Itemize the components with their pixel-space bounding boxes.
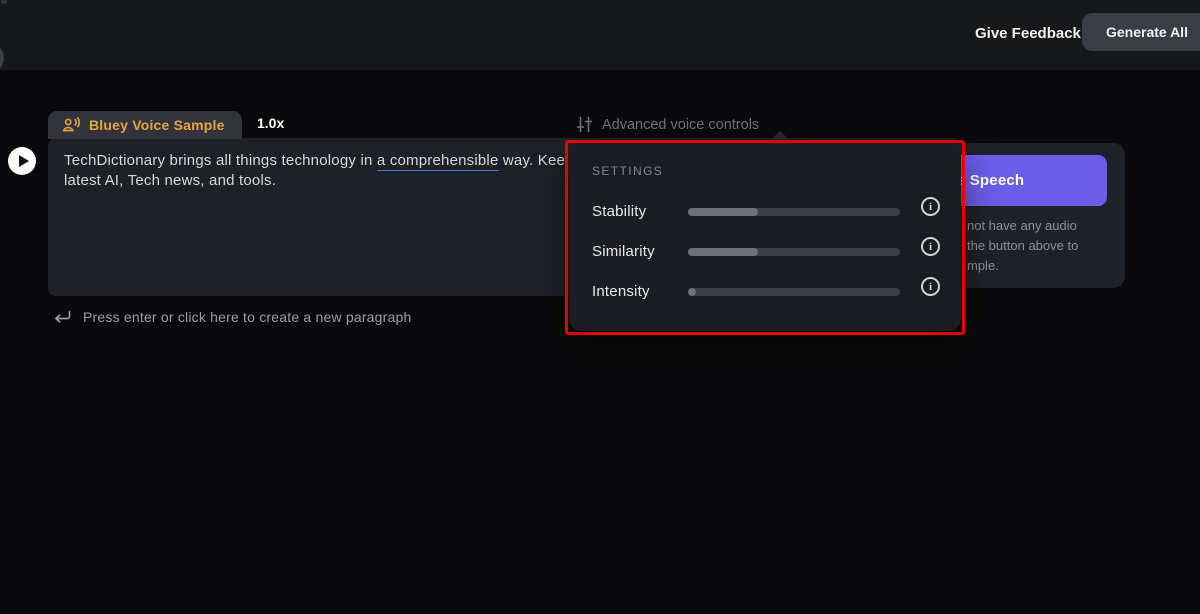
stability-slider-fill	[688, 208, 758, 216]
stability-label: Stability	[592, 203, 646, 220]
editor-text: TechDictionary brings all things technol…	[64, 152, 377, 169]
spelling-suggestion[interactable]: a comprehensible	[377, 152, 499, 171]
intensity-info-icon[interactable]: i	[921, 277, 940, 296]
play-icon	[19, 155, 29, 167]
give-feedback-button[interactable]: Give Feedback	[975, 25, 1081, 42]
intensity-slider[interactable]	[688, 288, 900, 296]
voice-speaker-icon	[62, 116, 81, 134]
playback-speed[interactable]: 1.0x	[257, 115, 284, 131]
similarity-slider-fill	[688, 248, 758, 256]
no-audio-note-line: the button above to	[967, 236, 1078, 256]
similarity-label: Similarity	[592, 243, 655, 260]
no-audio-note-line: mple.	[967, 256, 1078, 276]
similarity-slider[interactable]	[688, 248, 900, 256]
new-paragraph-hint-label: Press enter or click here to create a ne…	[83, 309, 411, 325]
stability-slider[interactable]	[688, 208, 900, 216]
voice-sample-tab[interactable]: Bluey Voice Sample	[48, 111, 242, 139]
advanced-voice-controls-label: Advanced voice controls	[602, 117, 759, 133]
enter-key-icon	[50, 306, 73, 328]
generate-all-button[interactable]: Generate All	[1082, 13, 1200, 51]
voice-settings-popup: SETTINGS Stability i Similarity i Intens…	[569, 144, 961, 331]
no-audio-note: not have any audio the button above to m…	[967, 216, 1078, 276]
top-bar: Give Feedback Generate All	[0, 0, 1200, 70]
settings-title: SETTINGS	[592, 164, 663, 178]
intensity-slider-fill	[688, 288, 696, 296]
new-paragraph-hint[interactable]: Press enter or click here to create a ne…	[50, 306, 411, 328]
editor-text: way. Kee	[499, 152, 566, 169]
partial-logo	[0, 43, 4, 73]
similarity-info-icon[interactable]: i	[921, 237, 940, 256]
intensity-label: Intensity	[592, 283, 650, 300]
logo-mark	[1, 0, 7, 4]
voice-sample-tab-label: Bluey Voice Sample	[89, 117, 225, 133]
advanced-voice-controls-button[interactable]: Advanced voice controls	[576, 116, 759, 133]
stability-info-icon[interactable]: i	[921, 197, 940, 216]
sliders-icon	[576, 116, 593, 133]
no-audio-note-line: not have any audio	[967, 216, 1078, 236]
play-button[interactable]	[8, 147, 36, 175]
